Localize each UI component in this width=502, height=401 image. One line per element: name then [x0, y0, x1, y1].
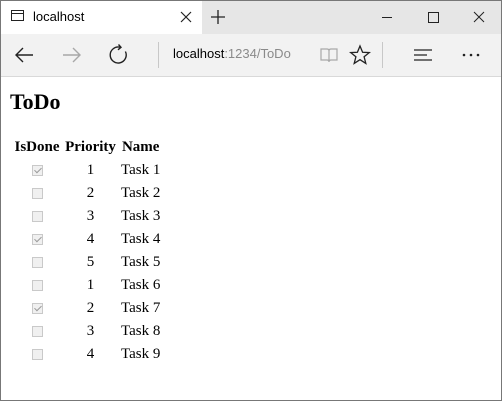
page-title: ToDo: [10, 89, 61, 114]
close-icon[interactable]: [456, 1, 502, 34]
column-header-priority: Priority: [65, 139, 116, 155]
priority-cell: 1: [86, 277, 95, 293]
toolbar-separator: [158, 42, 159, 68]
isdone-cell: [13, 183, 61, 204]
close-icon[interactable]: [179, 10, 193, 24]
table-row: 3 Task 8: [13, 321, 161, 342]
table-row: 4 Task 4: [13, 229, 161, 250]
browser-window: localhost localhost:1234/ToDo ToDo IsDon…: [0, 0, 502, 401]
name-cell: Task 8: [121, 323, 161, 339]
plus-icon[interactable]: [210, 9, 226, 25]
priority-cell: 1: [86, 162, 95, 178]
priority-cell: 4: [86, 346, 95, 362]
table-row: 2 Task 7: [13, 298, 161, 319]
arrow-right-icon[interactable]: [60, 43, 84, 67]
toolbar-separator: [382, 42, 383, 68]
book-icon[interactable]: [319, 45, 339, 65]
browser-tab[interactable]: localhost: [1, 1, 202, 34]
isdone-cell: [13, 344, 61, 365]
table-row: 3 Task 3: [13, 206, 161, 227]
star-icon[interactable]: [349, 44, 371, 66]
name-cell: Task 4: [121, 231, 161, 247]
page-content: ToDo IsDone Priority Name 1 Task 1 2 Task 2…: [1, 77, 501, 400]
priority-cell: 2: [86, 300, 95, 316]
hub-icon[interactable]: [413, 45, 433, 65]
url-host: localhost: [173, 46, 225, 61]
column-header-isdone: IsDone: [14, 139, 60, 155]
isdone-checkbox[interactable]: [31, 280, 43, 292]
priority-cell: 2: [86, 185, 95, 201]
isdone-checkbox[interactable]: [31, 234, 43, 246]
name-cell: Task 3: [121, 208, 161, 224]
tab-title: localhost: [33, 9, 85, 24]
address-bar: localhost:1234/ToDo: [1, 34, 501, 77]
minimize-icon[interactable]: [364, 1, 410, 34]
name-cell: Task 9: [121, 346, 161, 362]
isdone-cell: [13, 206, 61, 227]
name-cell: Task 5: [121, 254, 161, 270]
isdone-checkbox[interactable]: [31, 211, 43, 223]
isdone-cell: [13, 275, 61, 296]
isdone-checkbox[interactable]: [31, 257, 43, 269]
name-cell: Task 1: [121, 162, 161, 178]
todo-table: IsDone Priority Name 1 Task 1 2 Task 2 3 Task…: [11, 135, 163, 367]
name-cell: Task 2: [121, 185, 161, 201]
url-field[interactable]: localhost:1234/ToDo: [173, 46, 291, 61]
isdone-cell: [13, 252, 61, 273]
refresh-icon[interactable]: [107, 43, 131, 67]
table-row: 1 Task 6: [13, 275, 161, 296]
isdone-checkbox[interactable]: [31, 349, 43, 361]
isdone-checkbox[interactable]: [31, 303, 43, 315]
isdone-checkbox[interactable]: [31, 165, 43, 177]
more-icon[interactable]: [461, 45, 481, 65]
priority-cell: 4: [86, 231, 95, 247]
name-cell: Task 6: [121, 277, 161, 293]
page-icon: [11, 10, 24, 21]
column-header-name: Name: [121, 139, 160, 155]
maximize-icon[interactable]: [410, 1, 456, 34]
table-row: 4 Task 9: [13, 344, 161, 365]
priority-cell: 3: [86, 208, 95, 224]
table-row: 5 Task 5: [13, 252, 161, 273]
isdone-checkbox[interactable]: [31, 326, 43, 338]
priority-cell: 5: [86, 254, 95, 270]
isdone-cell: [13, 321, 61, 342]
arrow-left-icon[interactable]: [12, 43, 36, 67]
table-row: 1 Task 1: [13, 160, 161, 181]
isdone-cell: [13, 229, 61, 250]
table-row: 2 Task 2: [13, 183, 161, 204]
title-bar: localhost: [1, 1, 501, 34]
priority-cell: 3: [86, 323, 95, 339]
isdone-cell: [13, 160, 61, 181]
table-header-row: IsDone Priority Name: [13, 137, 161, 158]
isdone-checkbox[interactable]: [31, 188, 43, 200]
url-path: :1234/ToDo: [224, 46, 291, 61]
name-cell: Task 7: [121, 300, 161, 316]
isdone-cell: [13, 298, 61, 319]
